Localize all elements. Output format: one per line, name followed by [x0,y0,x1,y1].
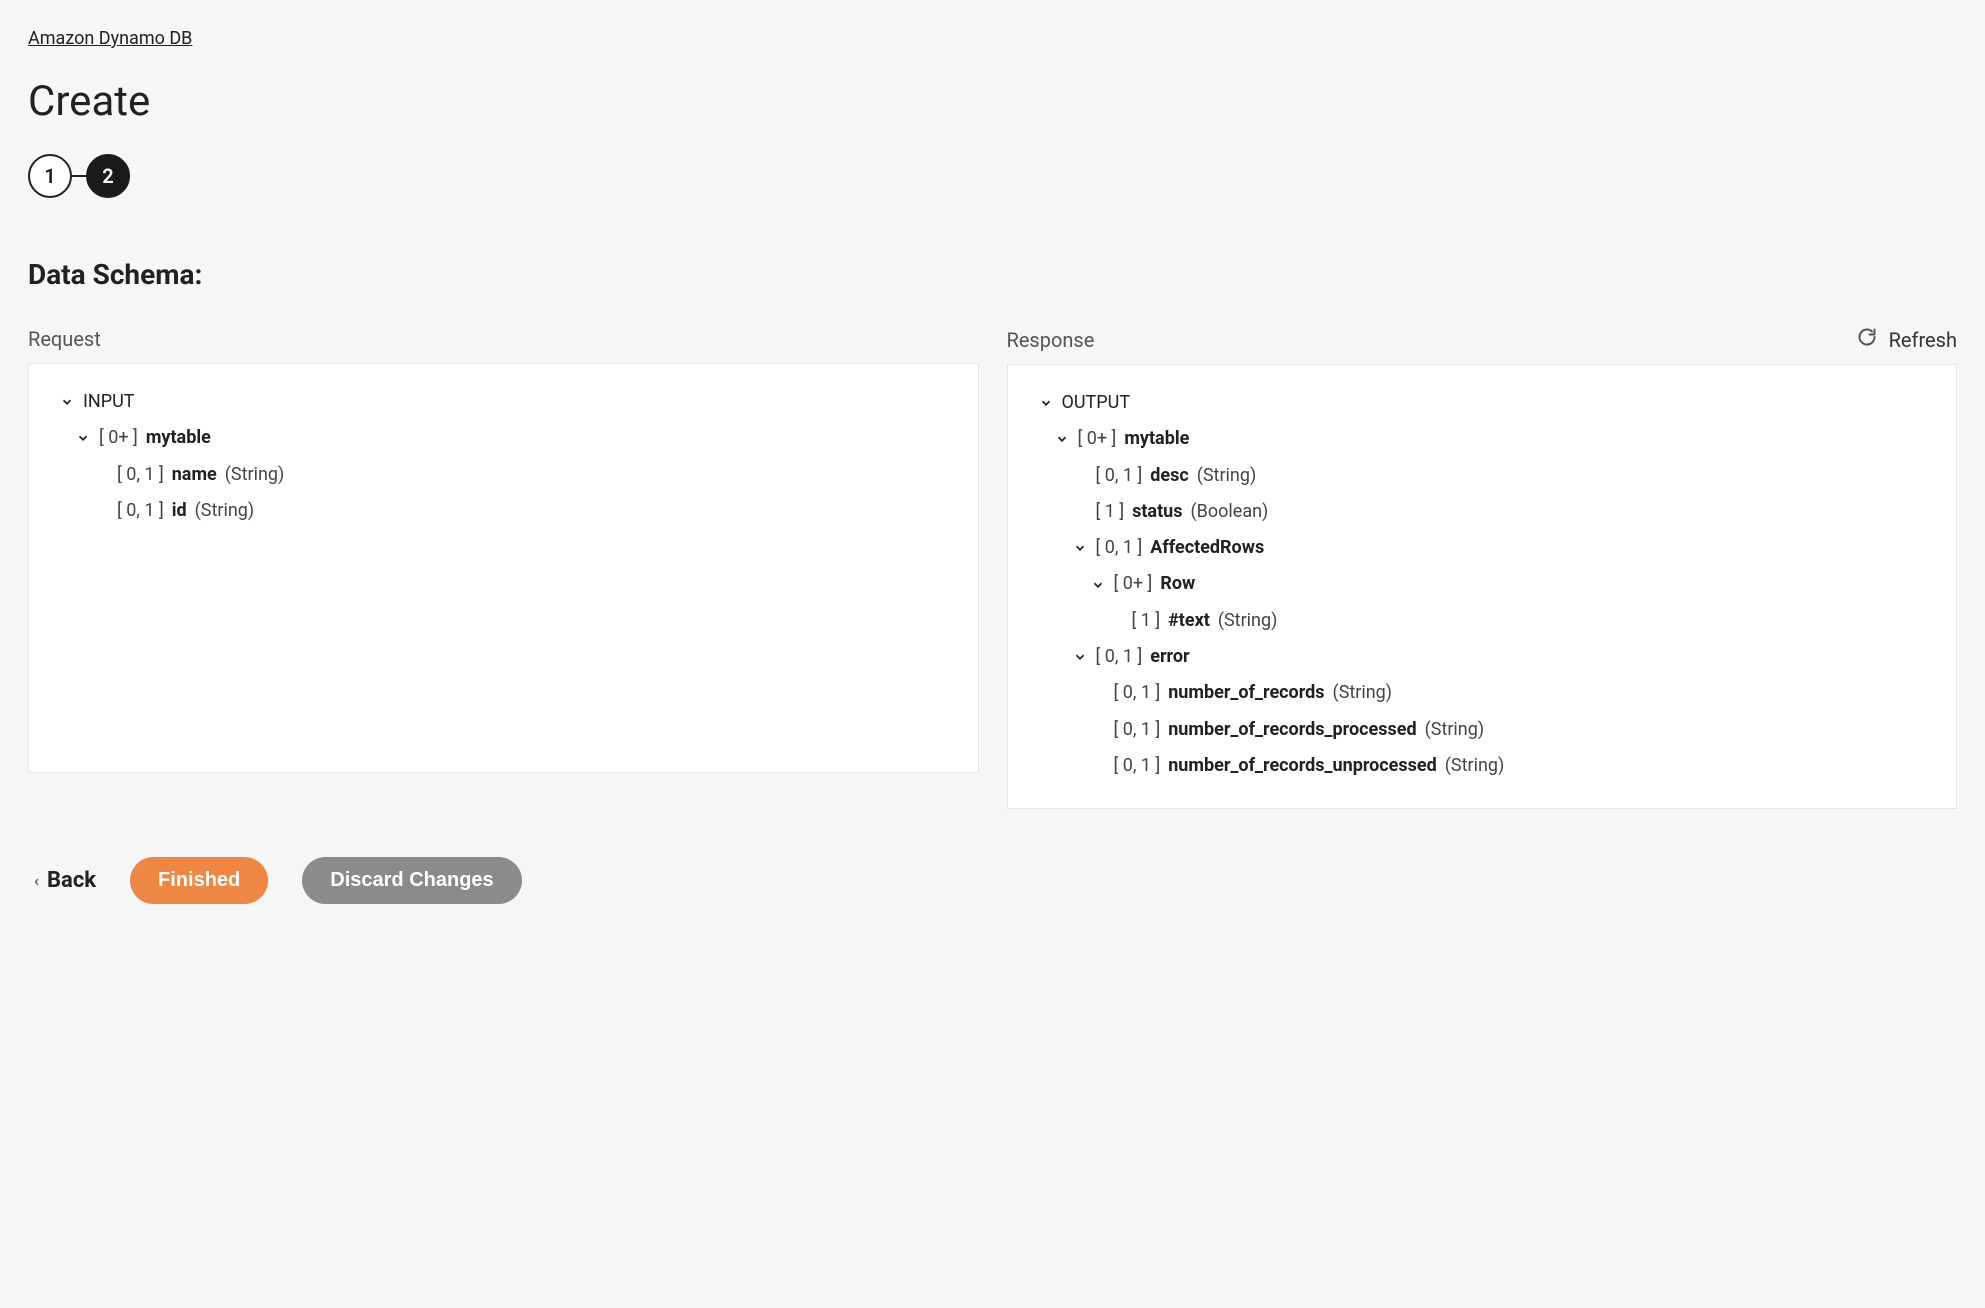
field-name: Row [1160,572,1195,596]
cardinality: [ 0, 1 ] [1096,536,1143,560]
field-name: id [172,499,187,523]
refresh-label: Refresh [1889,328,1957,352]
field-type: (String) [225,463,285,487]
tree-row-input[interactable]: INPUT [53,384,954,420]
cardinality: [ 1 ] [1096,500,1125,524]
breadcrumb-link[interactable]: Amazon Dynamo DB [28,28,192,49]
wizard-footer: ‹ Back Finished Discard Changes [28,857,1957,904]
tree-row-num-records-unprocessed[interactable]: [ 0, 1 ] number_of_records_unprocessed (… [1032,748,1933,784]
chevron-down-icon[interactable] [1072,650,1088,664]
field-name: desc [1150,464,1188,488]
chevron-down-icon[interactable] [75,431,91,445]
field-name: status [1132,500,1182,524]
cardinality: [ 0, 1 ] [1114,681,1161,705]
field-name: number_of_records_unprocessed [1168,754,1437,778]
tree-row-text[interactable]: [ 1 ] #text (String) [1032,603,1933,639]
cardinality: [ 0+ ] [1078,427,1117,451]
cardinality: [ 0, 1 ] [1096,645,1143,669]
field-type: (String) [1333,681,1393,705]
field-name: mytable [1124,427,1189,451]
tree-row-error[interactable]: [ 0, 1 ] error [1032,639,1933,675]
field-name: number_of_records_processed [1168,718,1416,742]
field-type: (String) [1445,754,1505,778]
tree-label: INPUT [83,390,135,414]
field-name: error [1150,645,1189,669]
step-1[interactable]: 1 [28,154,72,198]
cardinality: [ 0+ ] [1114,572,1153,596]
field-type: (String) [1197,464,1257,488]
tree-label: OUTPUT [1062,391,1131,415]
chevron-down-icon[interactable] [1090,578,1106,592]
field-name: AffectedRows [1150,536,1264,560]
finished-button[interactable]: Finished [130,857,268,904]
wizard-stepper: 1 2 [28,154,1957,198]
field-type: (String) [195,499,255,523]
tree-row-mytable[interactable]: [ 0+ ] mytable [53,420,954,456]
tree-row-status[interactable]: [ 1 ] status (Boolean) [1032,494,1933,530]
field-name: number_of_records [1168,681,1324,705]
response-panel: OUTPUT [ 0+ ] mytable [ 0, 1 ] desc (Str [1007,364,1958,809]
chevron-down-icon[interactable] [1038,396,1054,410]
tree-row-id[interactable]: [ 0, 1 ] id (String) [53,493,954,529]
chevron-down-icon[interactable] [1054,432,1070,446]
response-column: Response Refresh [1007,327,1958,809]
field-type: (String) [1218,609,1278,633]
response-label: Response [1007,328,1095,352]
tree-row-affected-rows[interactable]: [ 0, 1 ] AffectedRows [1032,530,1933,566]
cardinality: [ 0, 1 ] [1096,464,1143,488]
step-connector [72,175,86,177]
cardinality: [ 0+ ] [99,426,138,450]
field-type: (String) [1425,718,1485,742]
section-title: Data Schema: [28,258,1957,291]
tree-row-output[interactable]: OUTPUT [1032,385,1933,421]
request-label: Request [28,327,101,351]
cardinality: [ 0, 1 ] [1114,754,1161,778]
chevron-down-icon[interactable] [1072,541,1088,555]
field-name: #text [1168,609,1210,633]
tree-row-mytable[interactable]: [ 0+ ] mytable [1032,421,1933,457]
refresh-button[interactable]: Refresh [1857,327,1957,352]
request-column: Request INPUT [ 0+ ] myt [28,327,979,773]
tree-row-name[interactable]: [ 0, 1 ] name (String) [53,457,954,493]
tree-row-num-records-processed[interactable]: [ 0, 1 ] number_of_records_processed (St… [1032,712,1933,748]
tree-row-row[interactable]: [ 0+ ] Row [1032,566,1933,602]
field-name: mytable [146,426,211,450]
cardinality: [ 0, 1 ] [1114,718,1161,742]
chevron-down-icon[interactable] [59,395,75,409]
tree-row-num-records[interactable]: [ 0, 1 ] number_of_records (String) [1032,675,1933,711]
back-label: Back [47,868,96,893]
request-panel: INPUT [ 0+ ] mytable [ 0, 1 ] name (Stri [28,363,979,773]
field-type: (Boolean) [1190,500,1268,524]
back-link[interactable]: ‹ Back [34,868,96,893]
refresh-icon [1857,327,1877,352]
field-name: name [172,463,217,487]
page-title: Create [28,77,1957,126]
cardinality: [ 1 ] [1132,609,1161,633]
discard-changes-button[interactable]: Discard Changes [302,857,521,904]
step-2[interactable]: 2 [86,154,130,198]
chevron-left-icon: ‹ [34,871,39,890]
tree-row-desc[interactable]: [ 0, 1 ] desc (String) [1032,458,1933,494]
cardinality: [ 0, 1 ] [117,499,164,523]
cardinality: [ 0, 1 ] [117,463,164,487]
